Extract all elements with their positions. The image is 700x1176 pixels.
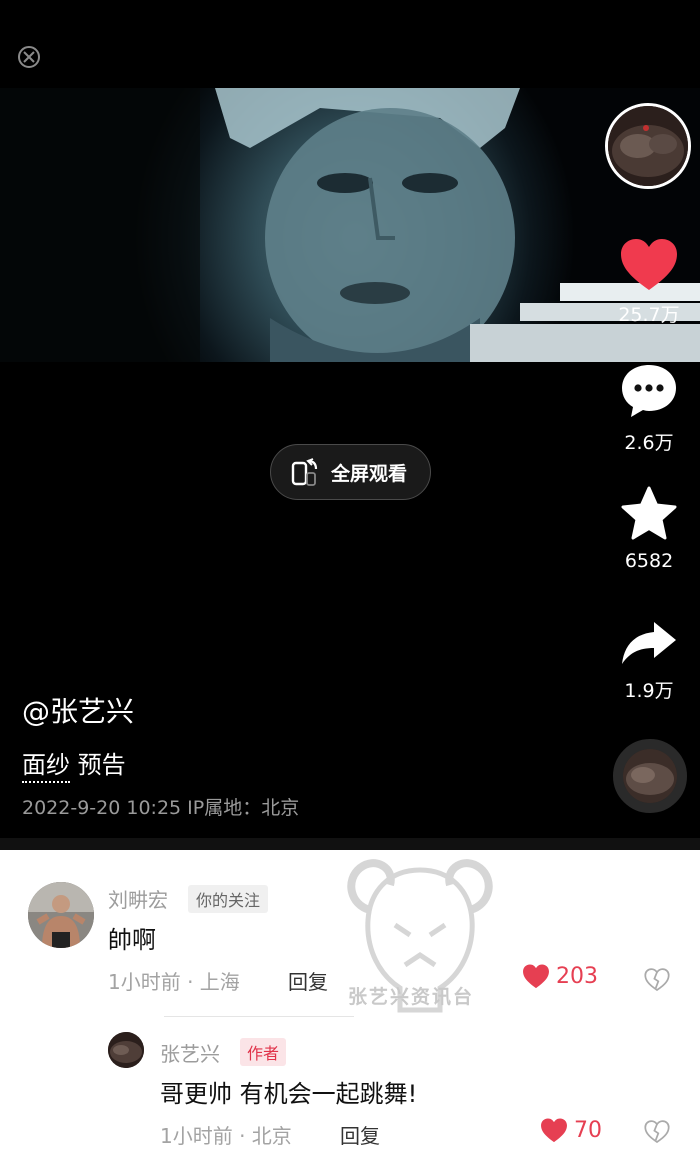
author-avatar[interactable] [605,103,691,189]
fullscreen-button[interactable]: 全屏观看 [270,444,431,500]
watermark-text: 张艺兴资讯台 [348,986,475,1008]
commenter-name[interactable]: 刘畊宏 [108,884,168,913]
comment-text: 帥啊 [108,926,156,954]
reply-like-button[interactable]: 70 [540,1118,602,1143]
broken-heart-icon[interactable] [644,968,670,992]
reply-author-name[interactable]: 张艺兴 [160,1038,220,1067]
avatar-image [108,1032,144,1068]
video-still [0,88,700,362]
reply-author-avatar[interactable] [108,1032,144,1068]
heart-icon [621,239,677,290]
section-divider [0,838,700,850]
caption-tag-link[interactable]: 面纱 [22,751,70,783]
avatar-image [608,106,688,186]
author-handle[interactable]: @张艺兴 [22,690,134,730]
reply-like-count: 70 [574,1118,602,1143]
video-caption: 面纱 预告 [22,745,126,783]
share-arrow-icon [622,622,676,664]
rotate-phone-icon [291,458,318,486]
heart-icon [541,1118,567,1143]
fullscreen-label: 全屏观看 [331,462,408,485]
reply-button[interactable]: 回复 [288,966,328,995]
author-badge: 作者 [240,1038,287,1066]
comment-like-button[interactable]: 203 [522,964,598,989]
reply-reply-button[interactable]: 回复 [340,1120,380,1149]
like-count: 25.7万 [618,304,680,326]
comment-like-count: 203 [556,964,598,989]
music-disc[interactable] [613,739,687,813]
video-meta: 2022-9-20 10:25 IP属地：北京 [22,797,300,819]
video-frame [0,88,700,362]
following-badge: 你的关注 [188,885,269,913]
reply-time-location: 1小时前 · 北京 [160,1124,292,1148]
favorite-action[interactable]: 6582 [604,486,694,572]
star-icon [621,486,677,540]
thread-divider [164,1016,354,1017]
avatar-image [28,882,94,948]
share-action[interactable]: 1.9万 [604,618,694,703]
favorite-count: 6582 [624,550,674,572]
close-icon[interactable] [16,44,42,70]
caption-text: 预告 [70,751,126,779]
share-count: 1.9万 [624,680,674,702]
comment-count: 2.6万 [624,432,674,454]
video-player[interactable]: 全屏观看 @张艺兴 面纱 预告 2022-9-20 10:25 IP属地：北京 … [0,0,700,838]
like-action[interactable]: 25.7万 [604,238,694,327]
comment-icon [622,365,676,417]
comment-section: 张艺兴资讯台 刘畊宏 你的关注 帥啊 1小时前 · 上海 回复 203 张艺兴 … [0,850,700,1176]
reply-text: 哥更帅 有机会一起跳舞! [160,1080,418,1108]
comment-time-location: 1小时前 · 上海 [108,970,240,994]
broken-heart-icon[interactable] [644,1120,670,1144]
music-cover-image [623,749,677,803]
commenter-avatar[interactable] [28,882,94,948]
heart-icon [523,964,549,989]
comment-action[interactable]: 2.6万 [604,362,694,455]
